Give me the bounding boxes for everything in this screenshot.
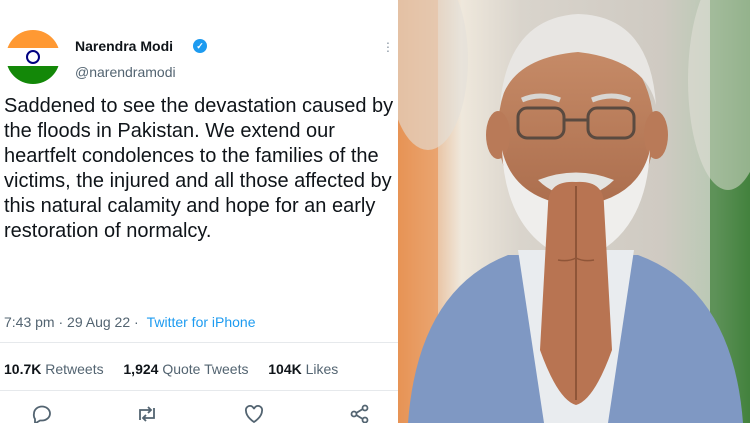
likes-count: 104K: [268, 361, 302, 377]
quotes-count: 1,924: [123, 361, 159, 377]
avatar[interactable]: [6, 30, 60, 84]
retweets-label: Retweets: [45, 361, 104, 377]
like-icon[interactable]: [242, 402, 266, 423]
quotes-label: Quote Tweets: [162, 361, 249, 377]
portrait-illustration: [398, 0, 750, 423]
flag-saffron-band: [6, 30, 60, 48]
author-name[interactable]: Narendra Modi: [75, 38, 173, 54]
tweet-date[interactable]: 29 Aug 22: [67, 314, 130, 330]
share-icon[interactable]: [348, 402, 372, 423]
flag-green-band: [6, 66, 60, 84]
flag-chakra-icon: [26, 50, 40, 64]
tweet-card: Narendra Modi ✓ @narendramodi · · · Sadden…: [0, 0, 398, 423]
action-bar: [0, 402, 398, 423]
more-icon[interactable]: · · ·: [384, 35, 392, 57]
divider: [0, 390, 398, 391]
retweet-icon[interactable]: [135, 402, 159, 423]
verified-badge-icon: ✓: [193, 39, 207, 53]
portrait-photo: [398, 0, 750, 423]
tweet-meta: 7:43 pm · 29 Aug 22 · Twitter for iPhone: [4, 314, 256, 330]
meta-separator: ·: [134, 314, 139, 330]
quotes-stat[interactable]: 1,924 Quote Tweets: [123, 361, 248, 377]
engagement-stats: 10.7K Retweets 1,924 Quote Tweets 104K L…: [4, 361, 338, 377]
retweets-count: 10.7K: [4, 361, 42, 377]
retweets-stat[interactable]: 10.7K Retweets: [4, 361, 104, 377]
author-handle[interactable]: @narendramodi: [75, 64, 176, 80]
likes-label: Likes: [305, 361, 339, 377]
tweet-time[interactable]: 7:43 pm: [4, 314, 55, 330]
divider: [0, 342, 398, 343]
tweet-text: Saddened to see the devastation caused b…: [4, 95, 394, 242]
tweet-source-link[interactable]: Twitter for iPhone: [147, 314, 256, 330]
reply-icon[interactable]: [30, 402, 54, 423]
likes-stat[interactable]: 104K Likes: [268, 361, 338, 377]
meta-separator: ·: [58, 314, 64, 330]
